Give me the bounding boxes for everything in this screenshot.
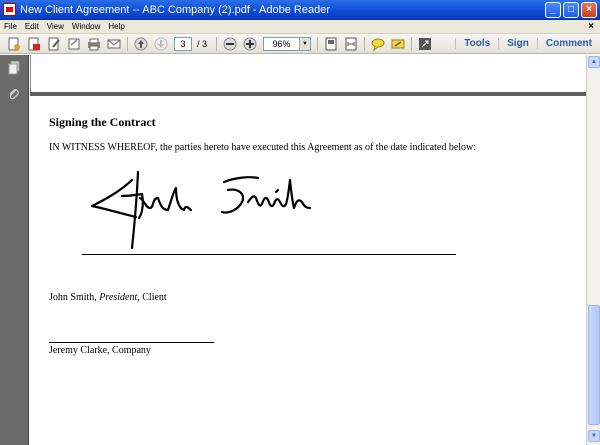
attachments-paperclip-icon[interactable] [7,87,21,101]
zoom-select[interactable]: 96% ▼ [263,36,312,51]
window-title: New Client Agreement -- ABC Company (2).… [20,3,330,16]
menu-edit[interactable]: Edit [21,22,43,31]
next-page-icon[interactable] [153,36,169,52]
comment-button[interactable]: Comment [536,38,600,49]
toolbar-separator [317,36,319,51]
sign-button[interactable]: Sign [498,38,537,49]
toolbar-separator [216,36,218,51]
create-pdf-icon[interactable] [6,36,22,52]
document-page: Signing the Contract IN WITNESS WHEREOF,… [30,96,586,445]
fit-width-icon[interactable] [343,36,359,52]
page-total: / 3 [197,38,208,49]
menu-bar: File Edit View Window Help × [0,20,600,34]
scroll-up-icon[interactable]: ▲ [588,56,600,68]
page-number-input[interactable]: 3 [174,36,192,51]
close-button[interactable]: × [581,1,597,18]
comment-bubble-icon[interactable] [370,36,386,52]
previous-page-icon[interactable] [133,36,149,52]
adobe-reader-icon [3,3,16,16]
toolbar-separator [127,36,128,51]
toolbar: 3 / 3 96% ▼ Tools Sign Comment [0,34,600,54]
document-view[interactable]: Signing the Contract IN WITNESS WHEREOF,… [30,55,586,445]
export-pdf-icon[interactable] [26,36,42,52]
signature-line-company [49,342,214,343]
fit-page-icon[interactable] [323,36,339,52]
zoom-in-icon[interactable] [242,36,258,52]
signer-client-title: President, [99,292,140,303]
scrollbar-thumb[interactable] [588,305,600,425]
save-icon[interactable] [66,36,82,52]
signature-line [82,254,456,255]
tools-button[interactable]: Tools [455,38,498,49]
signer-client-name: John Smith, [49,292,100,303]
section-heading: Signing the Contract [49,115,156,129]
menu-window[interactable]: Window [68,22,104,31]
menu-file[interactable]: File [0,22,21,31]
scroll-down-icon[interactable]: ▼ [588,430,600,442]
signer-client: John Smith, President, Client [49,292,167,303]
menu-view[interactable]: View [43,22,68,31]
highlight-icon[interactable] [390,36,406,52]
menu-help[interactable]: Help [104,22,128,31]
close-document-icon[interactable]: × [588,21,600,32]
vertical-scrollbar[interactable]: ▲ ▼ [586,55,600,445]
previous-page-bottom [30,55,586,92]
signer-client-role: Client [139,292,167,303]
print-icon[interactable] [86,36,102,52]
maximize-button[interactable]: □ [563,1,579,18]
expand-icon[interactable] [417,36,433,52]
handwritten-signature [90,170,312,250]
title-bar: New Client Agreement -- ABC Company (2).… [0,0,600,20]
signer-company: Jeremy Clarke, Company [49,345,151,356]
navigation-panel [0,55,29,445]
witness-paragraph: IN WITNESS WHEREOF, the parties hereto h… [49,142,477,153]
email-icon[interactable] [106,36,122,52]
edit-pdf-icon[interactable] [46,36,62,52]
toolbar-separator [364,36,366,51]
zoom-out-icon[interactable] [222,36,238,52]
minimize-button[interactable]: _ [545,1,561,18]
page-thumbnails-icon[interactable] [7,61,21,75]
toolbar-separator [411,36,413,51]
zoom-value: 96% [272,38,291,49]
chevron-down-icon[interactable]: ▼ [299,37,311,50]
